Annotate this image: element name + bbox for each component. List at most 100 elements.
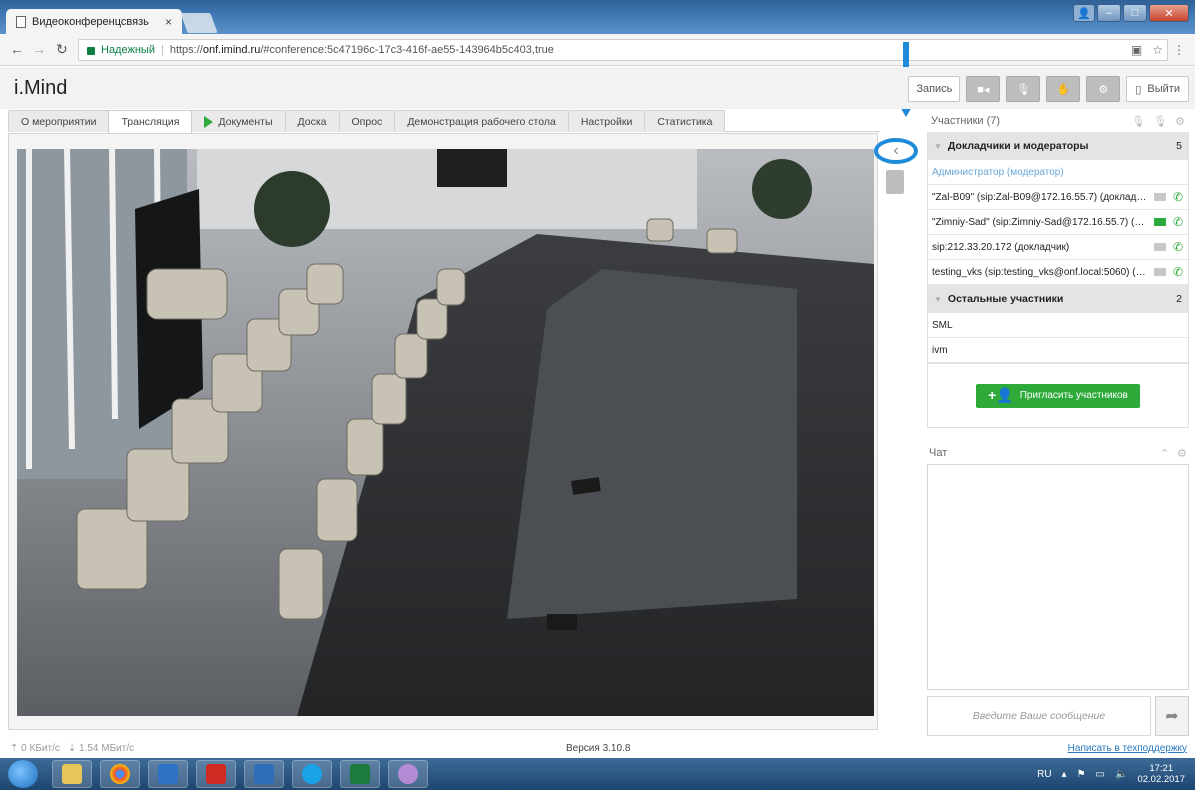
back-arrow-icon[interactable]: ← <box>10 41 24 57</box>
tab-desktop-share[interactable]: Демонстрация рабочего стола <box>394 110 569 132</box>
windows-taskbar: RU ▴ ⚑ ▭ 🔈 17:21 02.02.2017 <box>0 758 1195 790</box>
list-item[interactable]: "Zimniy-Sad" (sip:Zimniy-Sad@172.16.55.7… <box>928 210 1188 235</box>
flag-icon[interactable]: ▭ <box>1096 769 1105 780</box>
exit-button[interactable]: ▯ Выйти <box>1126 76 1189 102</box>
chevron-up-icon[interactable]: ⌃ <box>1160 447 1169 460</box>
address-bar[interactable]: Надежный | https://onf.imind.ru/#confere… <box>78 39 1168 61</box>
user-profile-icon[interactable]: 👤 <box>1073 4 1095 22</box>
conference-room-video <box>17 149 874 716</box>
pdf-icon <box>206 764 226 784</box>
chevron-left-icon: ‹ <box>893 142 899 159</box>
chat-message-input[interactable]: Введите Ваше сообщение <box>927 696 1151 736</box>
language-indicator[interactable]: RU <box>1037 769 1051 780</box>
participants-list: ▼ Докладчики и модераторы 5 Администрато… <box>927 132 1189 364</box>
tab-about[interactable]: О мероприятии <box>8 110 110 132</box>
list-item[interactable]: sip:212.33.20.172 (докладчик) ✆ <box>928 235 1188 260</box>
menu-dots-icon[interactable]: ⋮ <box>1173 43 1185 57</box>
invite-participants-button[interactable]: +👤 Пригласить участников <box>976 383 1140 408</box>
minimize-button[interactable]: – <box>1097 4 1121 22</box>
tab-documents[interactable]: Документы <box>191 110 286 132</box>
taskbar-acrobat[interactable] <box>196 760 236 788</box>
list-item[interactable]: testing_vks (sip:testing_vks@onf.local:5… <box>928 260 1188 285</box>
tab-board[interactable]: Доска <box>284 110 340 132</box>
network-icon[interactable]: ⚑ <box>1077 769 1086 780</box>
maximize-button[interactable]: □ <box>1123 4 1147 22</box>
gear-icon[interactable]: ⚙ <box>1175 115 1185 128</box>
status-bar: ⇡ 0 КБит/с ⇣ 1.54 МБит/с Версия 3.10.8 Н… <box>0 738 1195 758</box>
taskbar-paint[interactable] <box>388 760 428 788</box>
download-rate: ⇣ 1.54 МБит/с <box>67 742 135 754</box>
taskbar-explorer[interactable] <box>52 760 92 788</box>
document-side-icon[interactable] <box>886 170 904 194</box>
start-button[interactable] <box>8 760 38 788</box>
new-tab-button[interactable] <box>180 13 218 33</box>
list-item[interactable]: Администратор (модератор) <box>928 160 1188 185</box>
play-icon <box>204 115 214 128</box>
collapse-panel-button[interactable]: ‹ <box>874 138 918 164</box>
video-stream[interactable] <box>17 149 874 716</box>
mute-all-icon[interactable]: 🎙 <box>1131 115 1145 128</box>
window-controls: 👤 – □ ✕ <box>1073 4 1189 22</box>
chat-header: Чат ⌃ ⚙ <box>927 442 1189 464</box>
tab-poll[interactable]: Опрос <box>338 110 396 132</box>
camera-on-icon <box>1154 218 1166 226</box>
phone-icon[interactable]: ✆ <box>1172 240 1184 254</box>
taskbar-skype[interactable] <box>292 760 332 788</box>
list-item[interactable]: SML <box>928 313 1188 338</box>
mic-off-icon[interactable]: 🎙 <box>1153 115 1167 128</box>
raise-hand-button[interactable]: ✋ <box>1046 76 1081 102</box>
camera-off-icon <box>1154 193 1166 201</box>
taskbar-chrome[interactable] <box>100 760 140 788</box>
phone-icon[interactable]: ✆ <box>1172 215 1184 229</box>
collapse-triangle-icon: ▼ <box>934 141 942 151</box>
browser-titlebar: Видеоконференцсвязь × 👤 – □ ✕ <box>0 0 1195 34</box>
microphone-button[interactable]: 🎙 <box>1006 76 1041 102</box>
folder-icon <box>62 764 82 784</box>
chat-title: Чат <box>929 447 948 459</box>
list-item[interactable]: "Zal-B09" (sip:Zal-B09@172.16.55.7) (док… <box>928 185 1188 210</box>
camera-button[interactable]: ■◂ <box>966 76 1001 102</box>
header-actions: Запись ■◂ 🎙 ✋ ⚙ ▯ Выйти <box>908 76 1189 102</box>
tab-broadcast[interactable]: Трансляция <box>108 110 193 133</box>
tab-statistics[interactable]: Статистика <box>644 110 726 132</box>
exit-label: Выйти <box>1147 83 1180 95</box>
settings-button[interactable]: ⚙ <box>1086 76 1121 102</box>
right-panel: Участники (7) 🎙 🎙 ⚙ ▼ Докладчики и модер… <box>927 110 1189 736</box>
conference-tabs: О мероприятии Трансляция Документы Доска… <box>8 110 880 133</box>
url-text: https://onf.imind.ru/#conference:5c47196… <box>169 44 554 56</box>
paint-icon <box>398 764 418 784</box>
phone-icon[interactable]: ✆ <box>1172 265 1184 279</box>
record-button[interactable]: Запись <box>908 76 961 102</box>
list-item[interactable]: ivm <box>928 338 1188 363</box>
media-icon <box>254 764 274 784</box>
taskbar-media[interactable] <box>244 760 284 788</box>
app-header: i.Mind Запись ■◂ 🎙 ✋ ⚙ ▯ Выйти <box>0 67 1195 109</box>
group-other-participants[interactable]: ▼ Остальные участники 2 <box>928 285 1188 313</box>
bookmark-star-icon[interactable]: ☆ <box>1152 43 1163 57</box>
tab-settings[interactable]: Настройки <box>567 110 646 132</box>
taskbar-excel[interactable] <box>340 760 380 788</box>
participants-header: Участники (7) 🎙 🎙 ⚙ <box>927 110 1189 132</box>
door-icon: ▯ <box>1135 83 1142 96</box>
taskbar-outlook[interactable] <box>148 760 188 788</box>
close-tab-icon[interactable]: × <box>165 15 172 29</box>
camera-off-icon <box>1154 268 1166 276</box>
browser-tab-title: Видеоконференцсвязь <box>32 15 149 28</box>
secure-label: Надежный <box>101 44 155 56</box>
group-speakers-moderators[interactable]: ▼ Докладчики и модераторы 5 <box>928 132 1188 160</box>
tray-expand-icon[interactable]: ▴ <box>1062 769 1067 780</box>
phone-icon[interactable]: ✆ <box>1172 190 1184 204</box>
clock[interactable]: 17:21 02.02.2017 <box>1137 763 1185 785</box>
lock-icon <box>87 47 95 55</box>
participants-title: Участники (7) <box>931 115 1001 127</box>
send-button[interactable]: ➦ <box>1155 696 1189 736</box>
forward-arrow-icon[interactable]: → <box>32 41 46 57</box>
gear-icon[interactable]: ⚙ <box>1177 447 1187 460</box>
browser-tab[interactable]: Видеоконференцсвязь × <box>6 9 182 34</box>
support-link[interactable]: Написать в техподдержку <box>1068 743 1187 754</box>
close-window-button[interactable]: ✕ <box>1149 4 1189 22</box>
volume-icon[interactable]: 🔈 <box>1115 769 1127 780</box>
app-version: Версия 3.10.8 <box>566 742 631 754</box>
reload-icon[interactable]: ↻ <box>56 41 68 58</box>
translate-icon[interactable]: ▣ <box>1131 43 1142 57</box>
